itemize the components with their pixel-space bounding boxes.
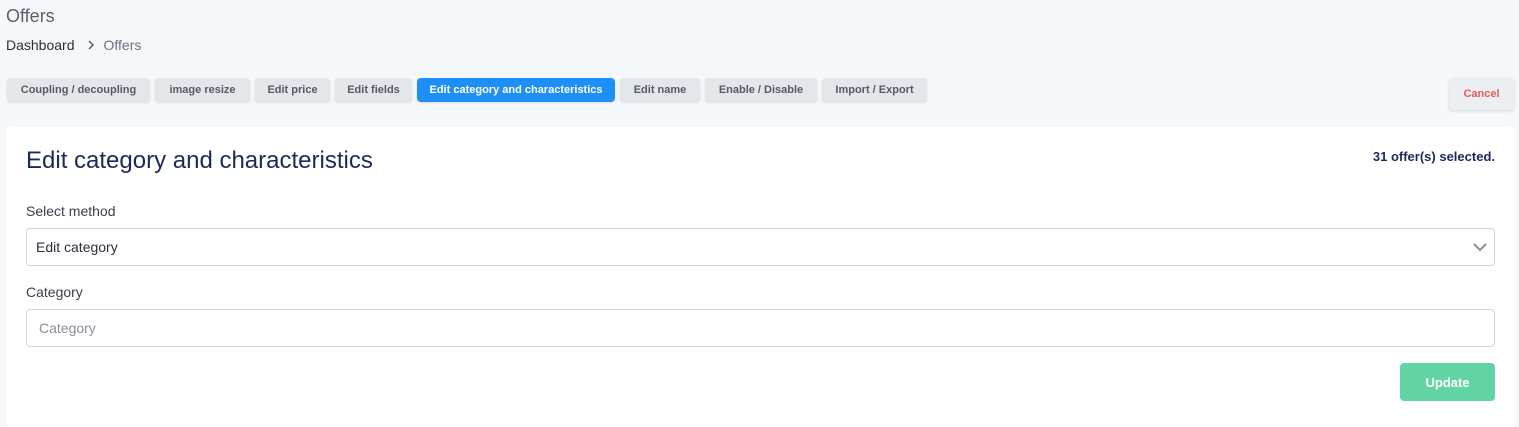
category-input[interactable] [39, 320, 1482, 336]
chevron-right-icon [87, 40, 95, 50]
method-select[interactable]: Edit category [26, 228, 1495, 266]
category-label: Category [26, 284, 83, 300]
edit-panel: Edit category and characteristics 31 off… [6, 127, 1515, 427]
breadcrumb-current: Offers [103, 37, 142, 53]
breadcrumb: Dashboard Offers [6, 37, 141, 53]
tab-edit-category-characteristics[interactable]: Edit category and characteristics [417, 78, 615, 102]
tab-image-resize[interactable]: image resize [155, 78, 250, 102]
page-title: Offers [6, 6, 55, 26]
tab-coupling-decoupling[interactable]: Coupling / decoupling [7, 78, 150, 102]
tab-edit-price[interactable]: Edit price [255, 78, 330, 102]
breadcrumb-dashboard-link[interactable]: Dashboard [6, 37, 75, 53]
method-select-value: Edit category [36, 239, 118, 255]
tab-import-export[interactable]: Import / Export [822, 78, 927, 102]
update-button[interactable]: Update [1400, 363, 1495, 401]
tab-edit-fields[interactable]: Edit fields [335, 78, 412, 102]
tab-edit-name[interactable]: Edit name [620, 78, 700, 102]
action-tabs: Coupling / decoupling image resize Edit … [7, 78, 927, 102]
tab-enable-disable[interactable]: Enable / Disable [705, 78, 817, 102]
selected-count: 31 offer(s) selected. [1372, 149, 1495, 164]
category-field[interactable] [26, 309, 1495, 347]
panel-title: Edit category and characteristics [26, 147, 373, 174]
select-method-label: Select method [26, 203, 116, 219]
cancel-button[interactable]: Cancel [1449, 78, 1514, 110]
chevron-down-icon[interactable] [1472, 239, 1488, 255]
